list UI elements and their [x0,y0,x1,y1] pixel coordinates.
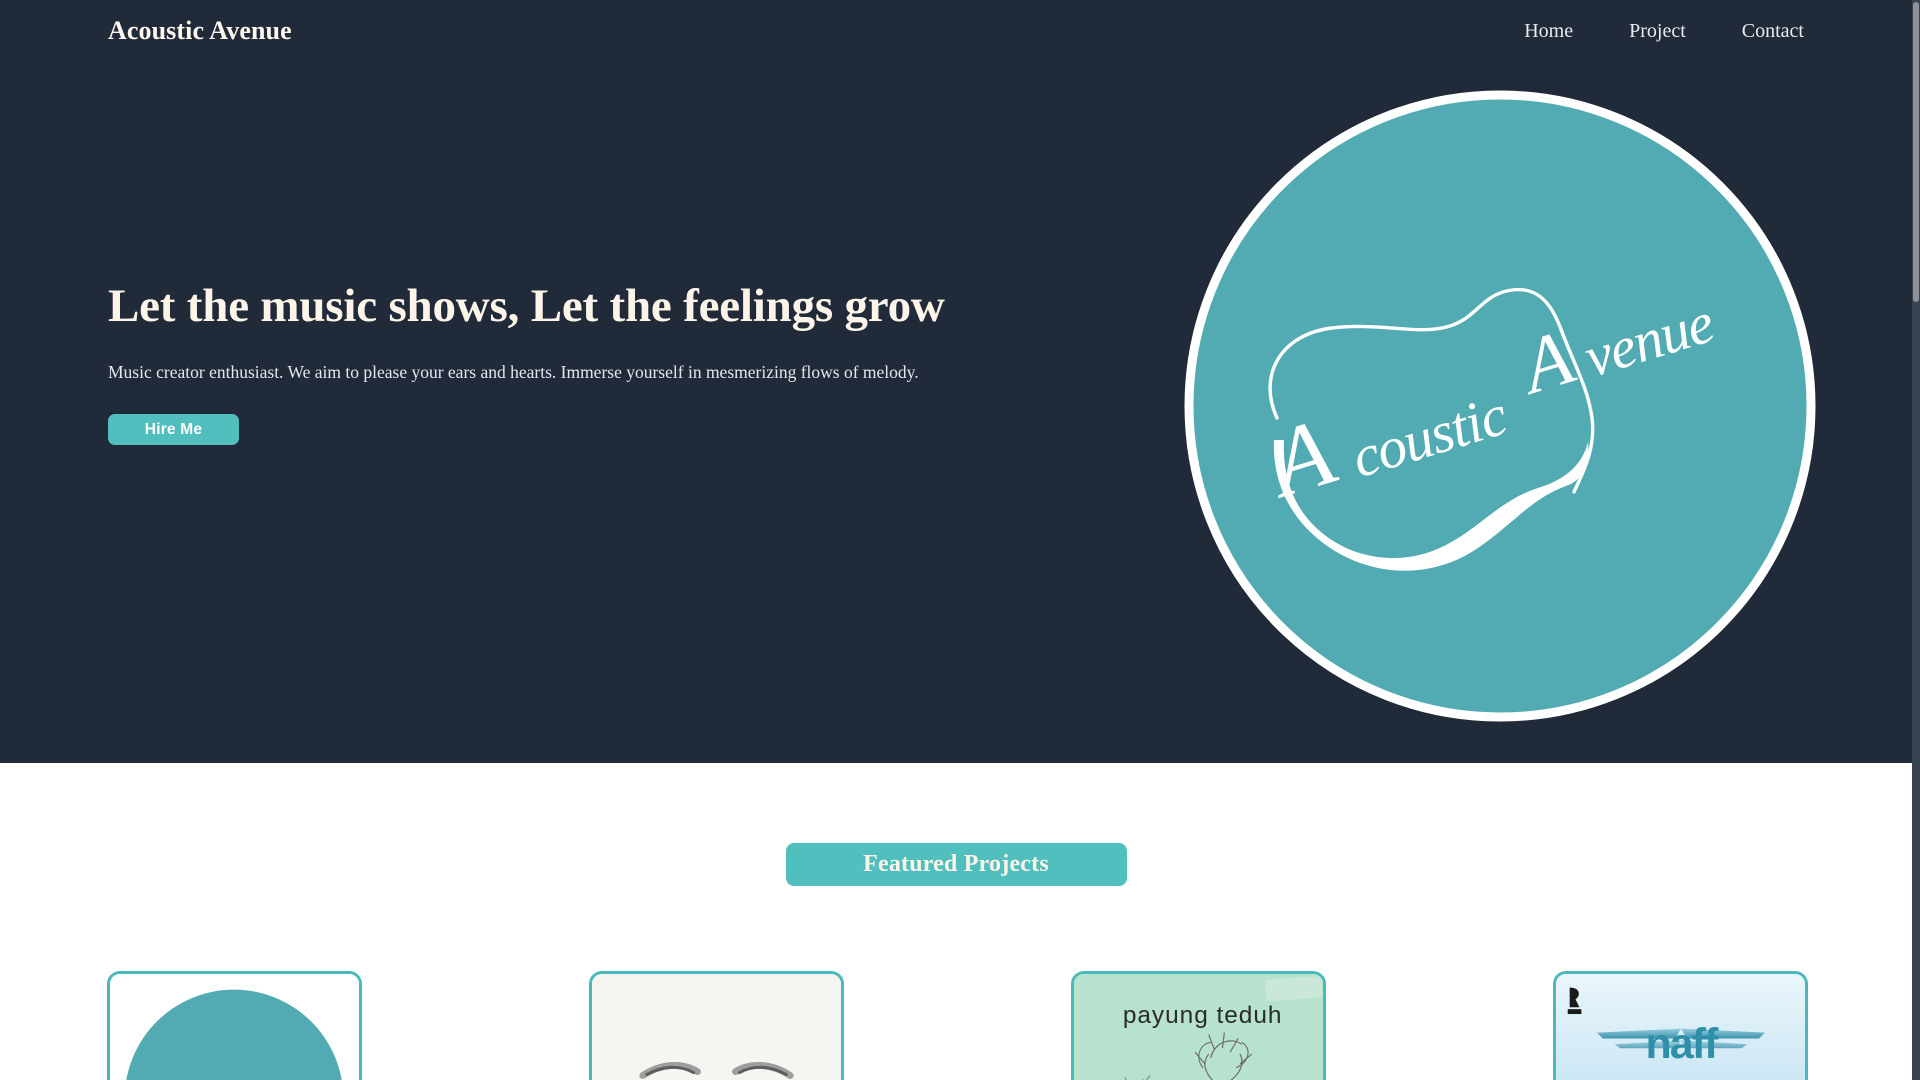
project-card-closed-eyes-sketch[interactable] [589,971,844,1080]
featured-badge-wrapper: Featured Projects [0,843,1912,886]
acoustic-avenue-logo-art: avenue [110,974,359,1080]
hero-subtitle: Music creator enthusiast. We aim to plea… [108,361,919,382]
nav-link-contact[interactable]: Contact [1742,20,1804,43]
main-navigation: Home Project Contact [1524,20,1804,43]
naff-album-cover-art: naff Isyarat Hati [1556,974,1805,1080]
acoustic-avenue-circle-logo: A coustic A venue [1182,88,1818,724]
featured-projects-badge[interactable]: Featured Projects [785,843,1127,886]
project-card-list: avenue [107,971,1814,1080]
hero-copy: Let the music shows, Let the feelings gr… [108,280,1038,446]
project-card-naff-isyarat-hati[interactable]: naff Isyarat Hati [1553,971,1808,1080]
hire-me-button[interactable]: Hire Me [108,414,239,446]
mint-tree-illustration-art: payung teduh [1074,974,1323,1080]
project-card-acoustic-avenue[interactable]: avenue [107,971,362,1080]
featured-projects-section: Featured Projects avenue [0,763,1912,1080]
hero-title: Let the music shows, Let the feelings gr… [108,280,945,332]
hero-section: Acoustic Avenue Home Project Contact A c… [0,0,1912,763]
page-scrollbar-thumb[interactable] [1913,2,1919,302]
brand-title[interactable]: Acoustic Avenue [108,16,292,46]
site-header: Acoustic Avenue Home Project Contact [0,0,1912,62]
nav-link-project[interactable]: Project [1629,20,1686,43]
pencil-sketch-eyes-art [592,974,841,1080]
svg-text:naff: naff [1646,1020,1720,1068]
nav-link-home[interactable]: Home [1524,20,1573,43]
svg-text:payung teduh: payung teduh [1123,1002,1283,1029]
project-card-payung-teduh[interactable]: payung teduh [1071,971,1326,1080]
page-root: Acoustic Avenue Home Project Contact A c… [0,0,1920,1080]
